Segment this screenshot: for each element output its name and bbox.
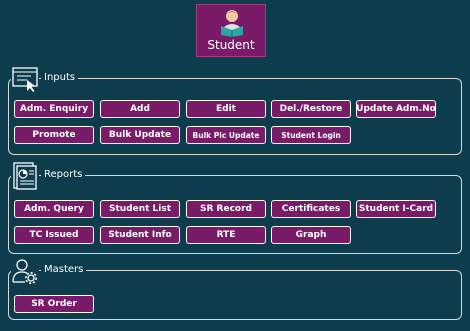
- masters-section: Masters SR Order: [8, 257, 462, 320]
- rte-button[interactable]: RTE: [186, 226, 266, 244]
- student-i-card-button[interactable]: Student I-Card: [356, 200, 436, 218]
- user-settings-icon: [11, 257, 39, 285]
- del-restore-button[interactable]: Del./Restore: [271, 100, 351, 118]
- edit-button[interactable]: Edit: [186, 100, 266, 118]
- adm-query-button[interactable]: Adm. Query: [14, 200, 94, 218]
- sr-order-button[interactable]: SR Order: [14, 295, 94, 313]
- student-login-button[interactable]: Student Login: [271, 126, 351, 144]
- bulk-update-button[interactable]: Bulk Update: [100, 126, 180, 144]
- certificates-button[interactable]: Certificates: [271, 200, 351, 218]
- masters-section-title: Masters: [41, 263, 87, 277]
- student-list-button[interactable]: Student List: [100, 200, 180, 218]
- promote-button[interactable]: Promote: [14, 126, 94, 144]
- reports-section: Reports Adm. Query Student List SR Recor…: [8, 162, 462, 254]
- graph-button[interactable]: Graph: [271, 226, 351, 244]
- student-module-tile[interactable]: Student: [196, 4, 266, 57]
- update-adm-no-button[interactable]: Update Adm.No: [356, 100, 436, 118]
- report-document-icon: [11, 162, 39, 190]
- add-button[interactable]: Add: [100, 100, 180, 118]
- student-info-button[interactable]: Student Info: [100, 226, 180, 244]
- bulk-pic-update-button[interactable]: Bulk Pic Update: [186, 126, 266, 144]
- tc-issued-button[interactable]: TC Issued: [14, 226, 94, 244]
- reports-section-title: Reports: [41, 168, 86, 182]
- student-reading-icon: [221, 10, 243, 37]
- inputs-section: Inputs Adm. Enquiry Add Edit Del./Restor…: [8, 65, 462, 155]
- adm-enquiry-button[interactable]: Adm. Enquiry: [14, 100, 94, 118]
- student-module-label: Student: [207, 38, 255, 52]
- sr-record-button[interactable]: SR Record: [186, 200, 266, 218]
- input-form-icon: [11, 65, 39, 93]
- inputs-section-title: Inputs: [41, 71, 79, 85]
